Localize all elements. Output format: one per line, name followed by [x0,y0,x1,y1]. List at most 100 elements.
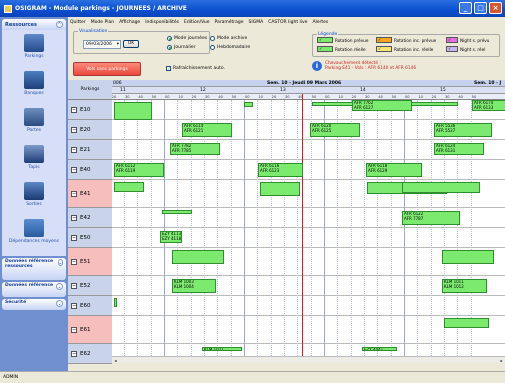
menu-edition-vue[interactable]: Edition/Vue [184,20,209,25]
sidebar-item-dependances[interactable]: Dépendances moyens [2,219,66,256]
rotation-bar[interactable]: AFR 6124 AFR 6131 [434,143,484,155]
radio-journalier[interactable]: Journalier [167,45,195,50]
row-header-e40[interactable]: − E40 [68,160,112,180]
collapse-icon[interactable]: − [71,106,77,113]
collapse-icon[interactable]: − [71,282,77,289]
menu-castor[interactable]: CASTOR light live [268,20,307,25]
rotation-bar[interactable]: AFR 6116 AFR 6123 [258,163,303,177]
rotation-bar[interactable] [260,182,300,196]
menu-parametrage[interactable]: Paramétrage [215,20,244,25]
menu-sigma[interactable]: SIGMA [249,20,264,25]
ok-button[interactable]: OK [123,40,139,48]
sidebar-section-donnees-ressources[interactable]: Données référence ressources ⌄ [2,258,66,280]
radio-checked-icon[interactable] [167,36,172,41]
hour-label: 15 [440,88,446,93]
rotation-bar[interactable]: AFR 6120 AFR 6125 [310,123,360,137]
row-header-e20[interactable]: − E20 [68,120,112,140]
rotation-bar[interactable] [114,102,152,120]
row-header-e62[interactable]: − E62 [68,344,112,364]
collapse-icon[interactable]: − [71,234,77,241]
rotation-bar[interactable]: EZY 4113 EZY 4118 [160,231,182,243]
chevron-down-icon[interactable]: ⌄ [57,259,63,266]
collapse-icon[interactable]: − [71,258,77,265]
checkbox-checked-icon[interactable]: ✓ [166,66,171,71]
menu-affichage[interactable]: Affichage [119,20,140,25]
rotation-bar[interactable]: AFR 7782 AFR 7785 [170,143,220,155]
sidebar-item-sorties[interactable]: Sorties [2,182,66,219]
menu-indisponibilites[interactable]: Indisponibilités [145,20,179,25]
collapse-icon[interactable]: − [71,190,77,197]
rotation-bar[interactable] [442,250,494,264]
radio-mode-journees[interactable]: Mode journées [167,36,207,41]
sidebar-item-portes[interactable]: Portes [2,108,66,145]
collapse-icon[interactable]: − [71,166,77,173]
sidebar-item-tapis[interactable]: Tapis [2,145,66,182]
chevron-up-icon[interactable]: ⌃ [56,21,63,28]
minimize-button[interactable]: _ [459,2,472,14]
collapse-icon[interactable]: − [71,302,77,309]
chevron-down-icon[interactable]: ▾ [117,41,119,48]
scroll-left-icon[interactable]: ◂ [112,357,119,364]
radio-hebdomadaire[interactable]: Hebdomadaire [210,45,250,50]
rotation-bar[interactable] [114,298,117,307]
belt-icon [24,145,44,163]
row-header-e52[interactable]: − E52 [68,276,112,296]
collapse-icon[interactable]: − [71,350,77,357]
rotation-bar[interactable]: AFR 6122 AFR 7787 [402,211,460,225]
sidebar-section-securite[interactable]: Sécurité ⌄ [2,299,66,310]
date-input[interactable]: 09/03/2006 ▾ [83,40,121,49]
rotation-bar[interactable]: AFR 7762 AFR 6127 [352,100,412,111]
rotation-bar[interactable]: AFR 6114 AFR 6121 [182,123,232,137]
vols-sans-parkings-button[interactable]: Vols sans parkings [73,62,141,76]
horizontal-scrollbar[interactable]: ◂ ▸ [112,356,505,363]
rotation-bar[interactable]: EZY 4441 [362,347,397,351]
close-button[interactable]: × [489,2,502,14]
sidebar-section-ressources[interactable]: Ressources ⌃ [2,19,66,30]
chevron-down-icon[interactable]: ⌄ [56,300,63,307]
rotation-bar[interactable]: KLM 1003 KLM 1004 [172,279,216,293]
radio-label: Hebdomadaire [217,45,251,50]
row-header-e51[interactable]: − E51 [68,248,112,276]
row-header-e10[interactable]: − E10 [68,100,112,120]
sidebar-item-parkings[interactable]: Parkings [2,34,66,71]
refresh-checkbox[interactable]: ✓ Rafraîchissement auto. [166,66,225,71]
gantt-area[interactable]: 006 Sem. 10 - Jeudi 09 Mars 2006 Sem. 10… [112,80,505,356]
row-header-e61[interactable]: − E61 [68,316,112,344]
collapse-icon[interactable]: − [71,126,77,133]
rotation-bar[interactable]: AFR 6174 AFR 6133 [472,100,505,111]
radio-icon[interactable] [210,36,215,41]
sidebar-section-donnees-reference[interactable]: Données référence ⌄ [2,282,66,297]
rotation-bar[interactable] [244,102,253,107]
rotation-bar[interactable]: AFR 5536 AFR 5537 [434,123,492,137]
scroll-right-icon[interactable]: ▸ [498,357,505,364]
rotation-bar[interactable]: KLM 1021 [202,347,242,351]
collapse-icon[interactable]: − [71,326,77,333]
menu-quitter[interactable]: Quitter [70,20,86,25]
rotation-bar[interactable] [402,182,480,193]
row-header-e21[interactable]: − E21 [68,140,112,160]
chevron-down-icon[interactable]: ⌄ [56,283,63,290]
grid-line [284,100,285,356]
radio-checked-icon[interactable] [167,45,172,50]
rotation-bar[interactable]: KLM 1011 KLM 1012 [442,279,487,293]
menu-alertes[interactable]: Alertes [312,20,328,25]
sidebar-item-banques[interactable]: Banques [2,71,66,108]
rotation-bar[interactable]: AFR 6112 AFR 6119 [114,163,164,177]
row-header-e42[interactable]: − E42 [68,208,112,228]
radio-mode-archive[interactable]: Mode archive [210,36,247,41]
row-header-e50[interactable]: − E50 [68,228,112,248]
maximize-button[interactable]: □ [474,2,487,14]
rotation-bar[interactable]: AFR 6118 AFR 6129 [366,163,422,177]
week-right-label: Sem. 10 - J [474,81,502,86]
menu-mode-plan[interactable]: Mode Plan [91,20,114,25]
rotation-bar[interactable] [114,182,144,192]
rotation-bar[interactable] [172,250,224,264]
collapse-icon[interactable]: − [71,214,77,221]
status-bar: ADMIN [0,371,505,383]
collapse-icon[interactable]: − [71,146,77,153]
rotation-bar[interactable] [444,318,489,328]
rotation-bar[interactable] [162,210,192,214]
radio-icon[interactable] [210,45,215,50]
row-header-e60[interactable]: − E60 [68,296,112,316]
row-header-e41[interactable]: − E41 [68,180,112,208]
